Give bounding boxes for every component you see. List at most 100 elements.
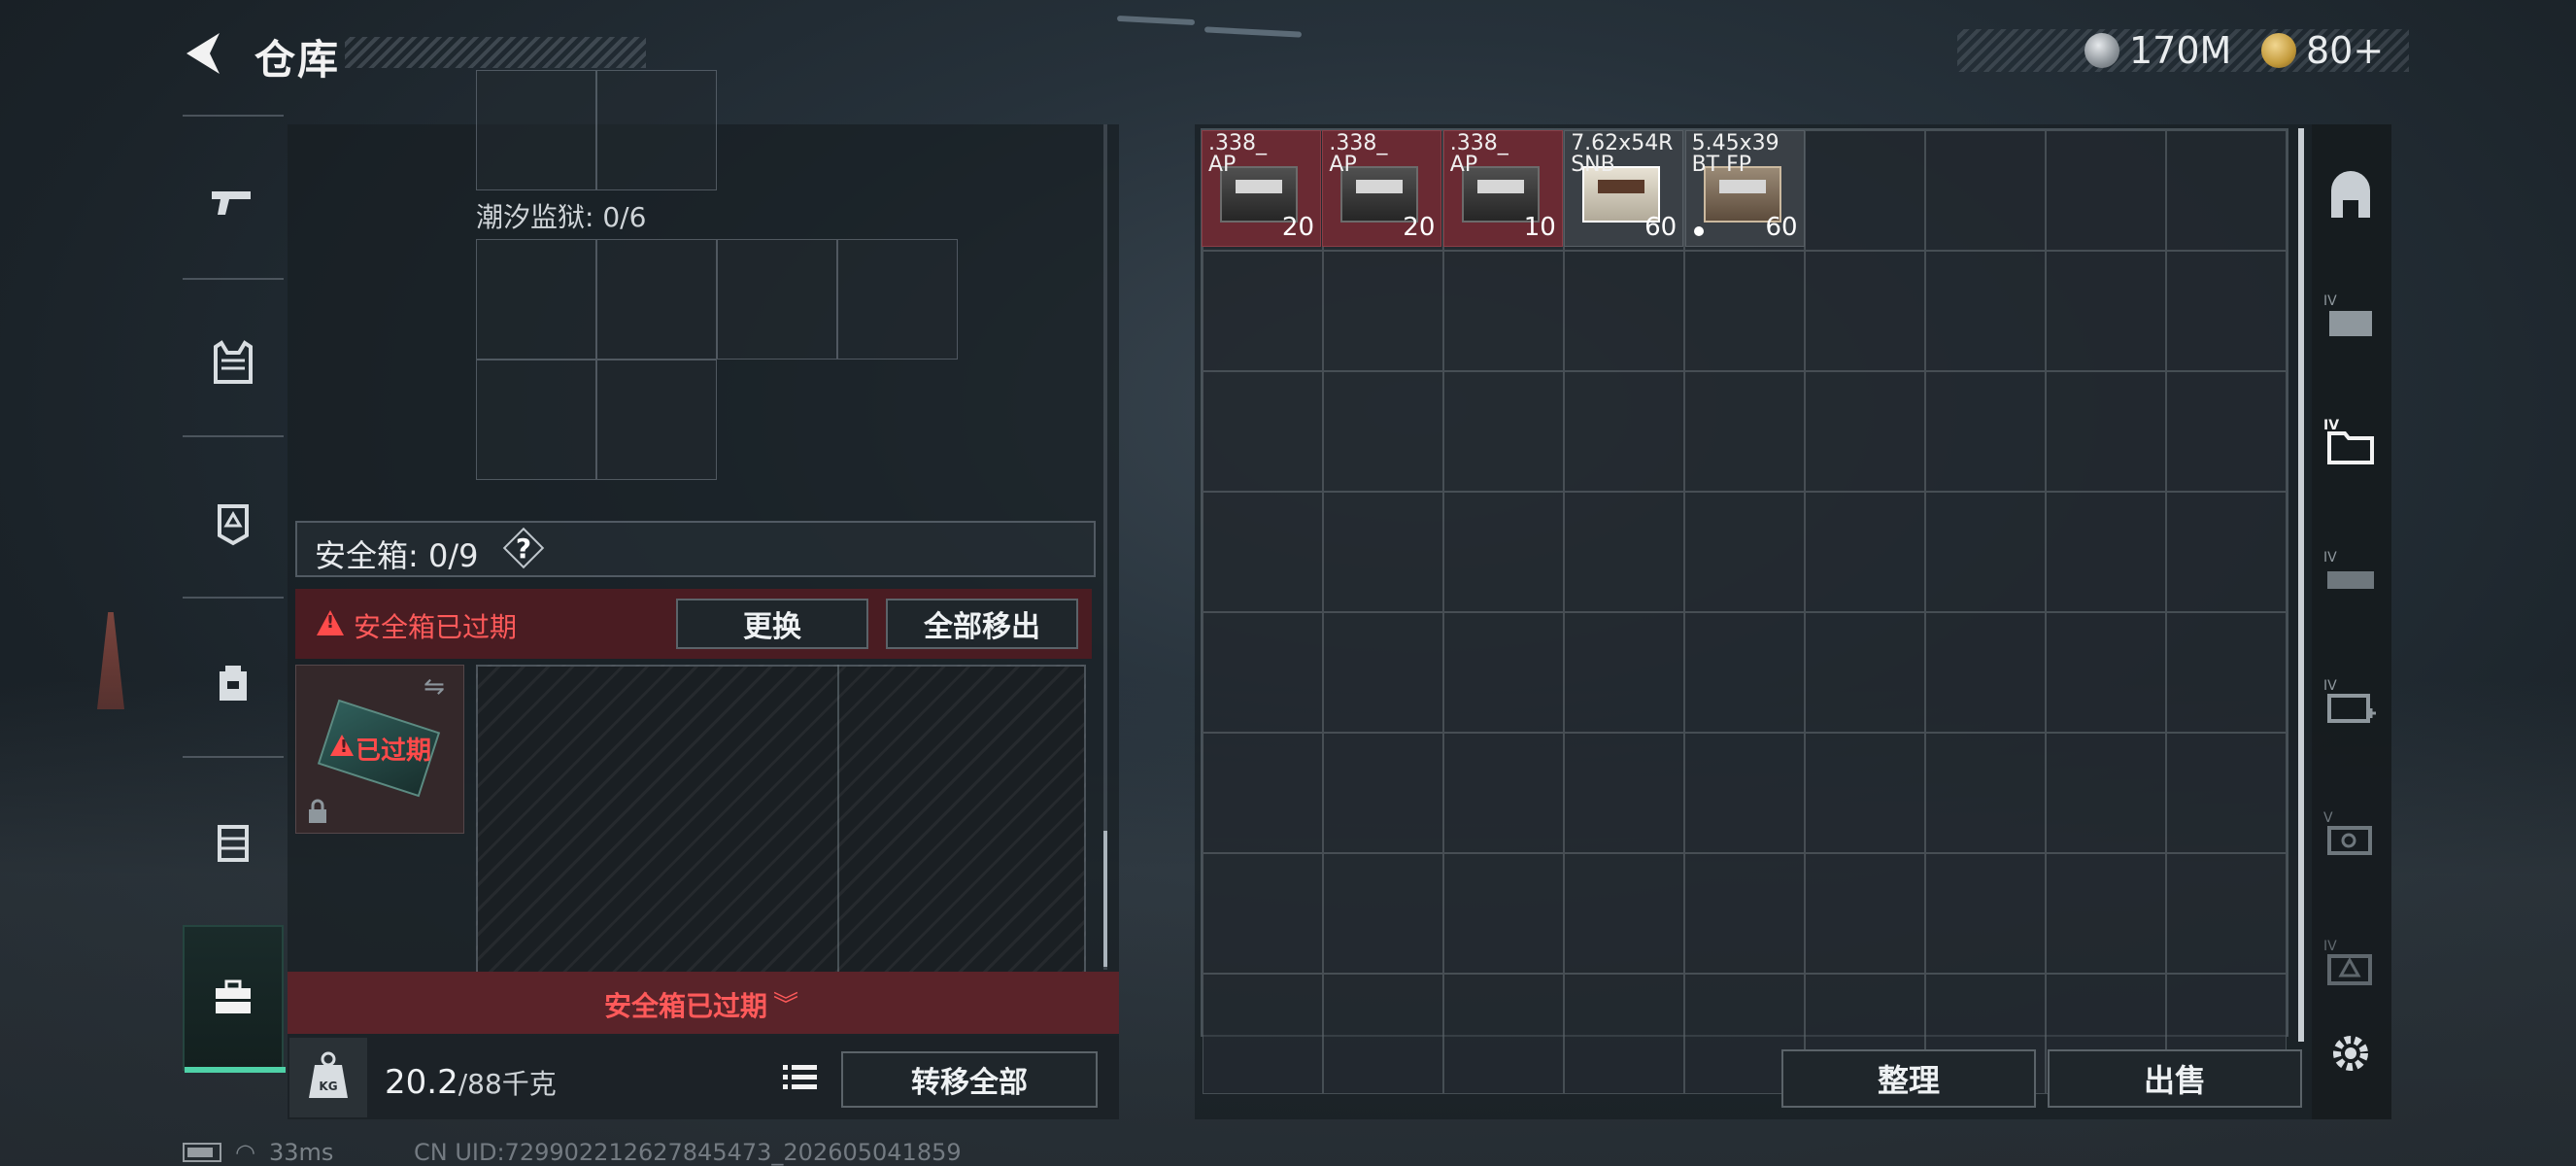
stash-grid-cell[interactable] <box>1564 251 1685 372</box>
stash-grid-cell[interactable] <box>2166 251 2288 372</box>
stash-grid-cell[interactable] <box>2046 733 2167 854</box>
stash-grid-cell[interactable] <box>1443 251 1565 372</box>
rail-warning-case[interactable]: IV <box>2316 929 2386 999</box>
stash-grid-cell[interactable] <box>2046 853 2167 975</box>
stash-grid-cell[interactable] <box>1323 974 1444 1095</box>
stash-grid-cell[interactable] <box>1684 492 1806 613</box>
stash-grid-cell[interactable] <box>1564 974 1685 1095</box>
stash-grid-cell[interactable] <box>2046 130 2167 252</box>
back-button[interactable] <box>181 29 225 78</box>
nav-vest[interactable] <box>183 290 284 435</box>
stash-grid-cell[interactable] <box>1564 371 1685 493</box>
replace-button[interactable]: 更换 <box>676 599 868 649</box>
nav-chest-rig[interactable] <box>183 770 284 915</box>
stash-item[interactable]: .338_ AP 20 <box>1202 130 1321 247</box>
weight-button[interactable]: KG <box>289 1038 367 1117</box>
stash-grid-cell[interactable] <box>1443 371 1565 493</box>
stash-grid-cell[interactable] <box>1323 733 1444 854</box>
container-grid-cell[interactable] <box>476 70 596 190</box>
stash-grid-cell[interactable] <box>1684 612 1806 734</box>
stash-grid-cell[interactable] <box>1203 251 1324 372</box>
prison-grid-cell[interactable] <box>596 360 717 480</box>
stash-grid-cell[interactable] <box>1684 853 1806 975</box>
stash-grid-cell[interactable] <box>1323 612 1444 734</box>
stash-grid-cell[interactable] <box>2046 371 2167 493</box>
stash-grid-cell[interactable] <box>1203 371 1324 493</box>
sort-button[interactable]: 整理 <box>1781 1049 2036 1108</box>
stash-grid-cell[interactable] <box>1443 974 1565 1095</box>
stash-grid-cell[interactable] <box>1925 251 2047 372</box>
stash-item[interactable]: .338_ AP 20 <box>1322 130 1442 247</box>
nav-armor[interactable] <box>183 451 284 597</box>
stash-grid-cell[interactable] <box>1805 130 1926 252</box>
stash-grid-cell[interactable] <box>1805 853 1926 975</box>
list-view-button[interactable] <box>777 1055 822 1100</box>
transfer-all-button[interactable]: 转移全部 <box>841 1051 1098 1108</box>
stash-grid-cell[interactable] <box>2166 371 2288 493</box>
prison-grid-cell[interactable] <box>596 239 717 360</box>
stash-grid-cell[interactable] <box>1203 733 1324 854</box>
stash-grid-cell[interactable] <box>1805 733 1926 854</box>
stash-grid-cell[interactable] <box>1925 853 2047 975</box>
stash-grid-cell[interactable] <box>2166 492 2288 613</box>
stash-grid-cell[interactable] <box>1443 733 1565 854</box>
stash-grid-cell[interactable] <box>1443 612 1565 734</box>
stash-grid-cell[interactable] <box>1805 612 1926 734</box>
prison-grid-cell[interactable] <box>717 239 837 360</box>
stash-grid-cell[interactable] <box>1805 492 1926 613</box>
stash-grid-cell[interactable] <box>1443 492 1565 613</box>
gold-currency[interactable]: 80+ <box>2261 29 2384 72</box>
stash-grid-cell[interactable] <box>1323 371 1444 493</box>
sell-button[interactable]: 出售 <box>2048 1049 2302 1108</box>
stash-grid-cell[interactable] <box>1564 492 1685 613</box>
stash-item[interactable]: .338_ AP 10 <box>1442 130 1563 247</box>
stash-grid-cell[interactable] <box>1203 492 1324 613</box>
stash-grid-cell[interactable] <box>1564 612 1685 734</box>
nav-secure-case[interactable] <box>183 925 286 1073</box>
remove-all-button[interactable]: 全部移出 <box>886 599 1078 649</box>
stash-grid-cell[interactable] <box>1925 492 2047 613</box>
stash-grid-cell[interactable] <box>1564 853 1685 975</box>
stash-grid-cell[interactable] <box>2166 853 2288 975</box>
stash-grid-cell[interactable] <box>2046 492 2167 613</box>
settings-button[interactable] <box>2316 1018 2386 1088</box>
stash-grid-cell[interactable] <box>1323 853 1444 975</box>
stash-grid-cell[interactable] <box>1203 853 1324 975</box>
stash-grid-cell[interactable] <box>1684 733 1806 854</box>
rail-key-case[interactable]: V <box>2316 801 2386 871</box>
rail-medical-case[interactable]: IV <box>2316 669 2386 738</box>
rail-storage[interactable] <box>2316 161 2386 231</box>
stash-grid-cell[interactable] <box>1203 974 1324 1095</box>
stash-grid-cell[interactable] <box>1925 612 2047 734</box>
stash-item[interactable]: 7.62x54R SNB 60 <box>1564 130 1684 247</box>
stash-grid-cell[interactable] <box>1323 251 1444 372</box>
left-scrollbar-thumb[interactable] <box>1103 831 1107 967</box>
stash-grid-cell[interactable] <box>1805 371 1926 493</box>
stash-item[interactable]: 5.45x39 BT FP 60 <box>1684 130 1805 247</box>
stash-grid-cell[interactable] <box>1203 612 1324 734</box>
stash-grid-cell[interactable] <box>1684 251 1806 372</box>
swap-icon[interactable]: ⇋ <box>424 672 445 702</box>
stash-grid-cell[interactable] <box>1443 853 1565 975</box>
stash-grid-cell[interactable] <box>1323 492 1444 613</box>
stash-grid-cell[interactable] <box>2166 130 2288 252</box>
stash-grid-cell[interactable] <box>1925 733 2047 854</box>
prison-grid-cell[interactable] <box>476 239 596 360</box>
stash-grid-cell[interactable] <box>2046 612 2167 734</box>
nav-backpack[interactable] <box>183 610 284 756</box>
container-grid-cell[interactable] <box>596 70 717 190</box>
stash-grid-cell[interactable] <box>1925 130 2047 252</box>
stash-grid-cell[interactable] <box>2166 612 2288 734</box>
stash-scrollbar[interactable] <box>2298 128 2304 1042</box>
stash-grid-cell[interactable] <box>1925 371 2047 493</box>
stash-grid-cell[interactable] <box>1805 251 1926 372</box>
stash-grid-cell[interactable] <box>1684 371 1806 493</box>
nav-weapon[interactable] <box>183 130 284 276</box>
rail-gun-case[interactable]: IV <box>2316 540 2386 610</box>
rail-weapon-case[interactable]: IV <box>2316 284 2386 354</box>
prison-grid-cell[interactable] <box>837 239 958 360</box>
rail-folder-case[interactable]: IV <box>2316 408 2386 478</box>
prison-grid-cell[interactable] <box>476 360 596 480</box>
stash-grid-cell[interactable] <box>1564 733 1685 854</box>
help-button[interactable]: ? <box>505 530 542 566</box>
